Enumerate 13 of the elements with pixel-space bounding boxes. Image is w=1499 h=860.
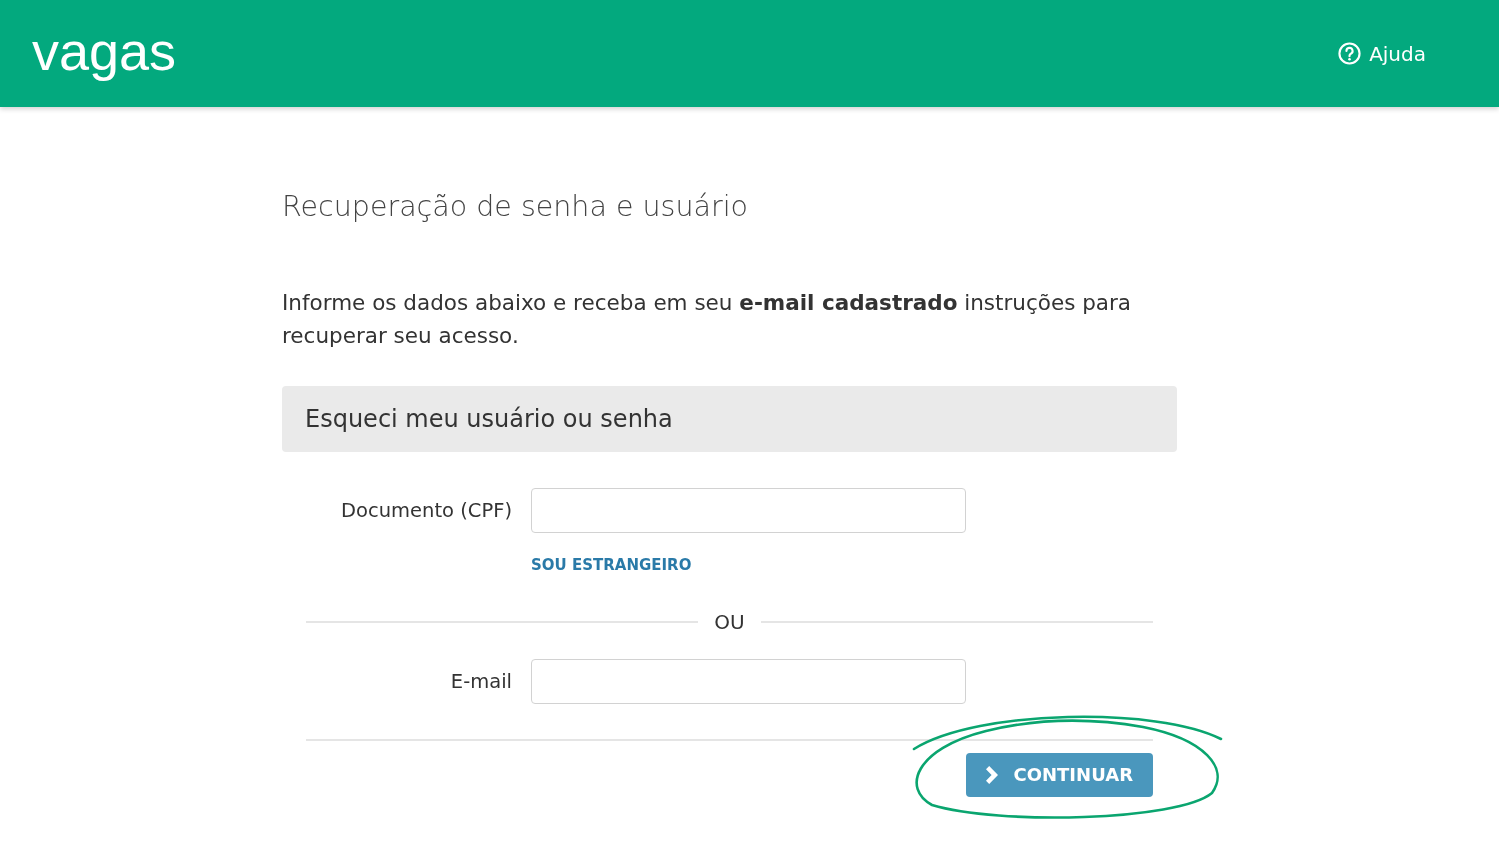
document-input[interactable] bbox=[531, 488, 966, 533]
help-icon bbox=[1338, 42, 1362, 65]
field-label: Documento (CPF) bbox=[340, 499, 512, 522]
page-title: Recuperação de senha e usuário bbox=[282, 189, 750, 225]
chevron-right-icon bbox=[985, 765, 998, 784]
help-link[interactable]: Ajuda bbox=[1338, 41, 1426, 66]
separator-text: OU bbox=[714, 610, 745, 634]
field-label: E-mail bbox=[449, 670, 512, 693]
intro-text: Informe os dados abaixo e receba em seu e-mail cadastrado instruções para recuperar seu acesso. bbox=[282, 289, 1133, 350]
email-input[interactable] bbox=[531, 659, 966, 704]
section-title: Esqueci meu usuário ou senha bbox=[305, 405, 673, 433]
foreigner-link[interactable]: SOU ESTRANGEIRO bbox=[531, 556, 692, 574]
continue-button[interactable]: CONTINUAR bbox=[965, 752, 1153, 797]
